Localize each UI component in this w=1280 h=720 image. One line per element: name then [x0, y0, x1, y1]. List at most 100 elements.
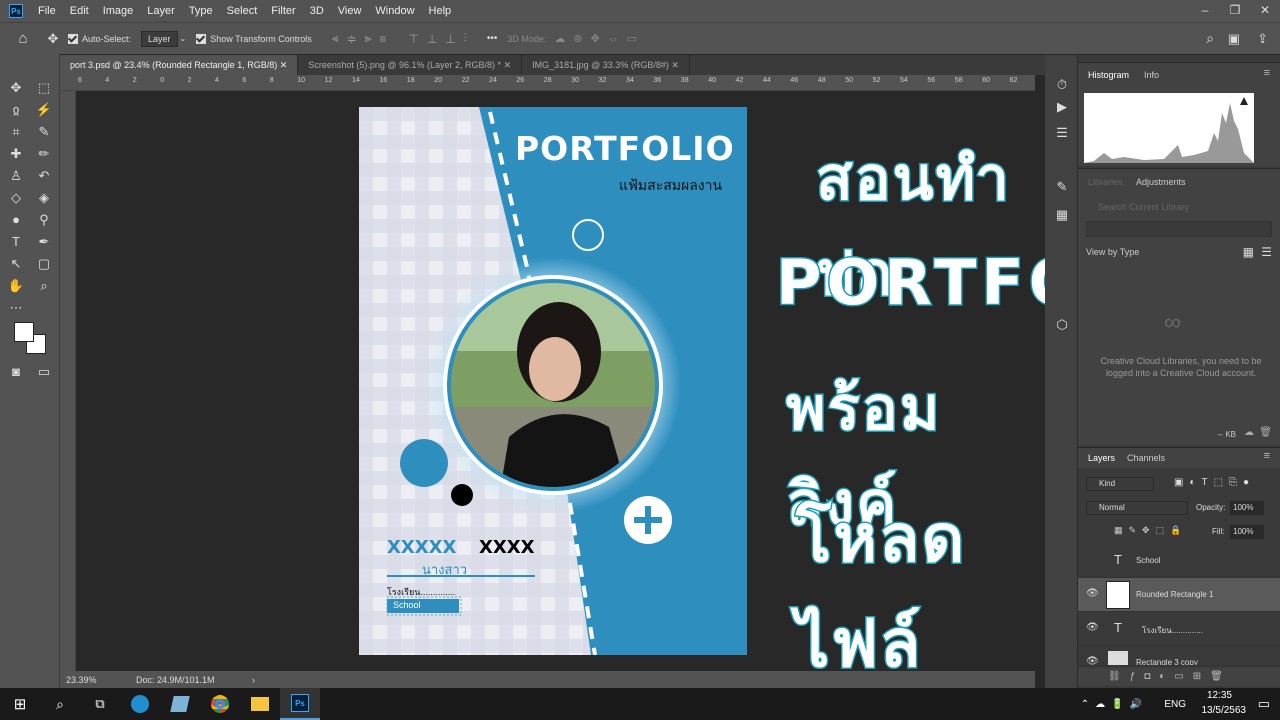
- status-menu-arrow[interactable]: ›: [252, 675, 255, 685]
- document-canvas[interactable]: PORTFOLIO แฟ้มสะสมผลงาน XXXXX XXXX นางสา…: [359, 107, 747, 655]
- home-icon[interactable]: ⌂: [8, 30, 38, 47]
- task-view-icon[interactable]: ⧉: [80, 688, 120, 720]
- kind-filter-dropdown[interactable]: Kind: [1086, 477, 1154, 491]
- language-indicator[interactable]: ENG: [1164, 699, 1186, 710]
- lock-icons[interactable]: ▦✎✥⬚🔒: [1114, 525, 1187, 536]
- menu-help[interactable]: Help: [422, 5, 459, 17]
- crop-tool-icon[interactable]: ⌗: [6, 122, 26, 142]
- magic-wand-icon[interactable]: ⚡: [34, 100, 54, 120]
- notification-icon[interactable]: ▭: [1258, 696, 1270, 712]
- history-icon[interactable]: ⏱: [1052, 75, 1072, 95]
- auto-select-checkbox[interactable]: [68, 33, 78, 44]
- visibility-eye-icon[interactable]: 👁: [1086, 588, 1099, 599]
- system-tray-icons[interactable]: ⌃☁🔋🔊: [1081, 699, 1148, 710]
- 3d-tools-icon[interactable]: ☁⊛✥⇔▭: [554, 32, 645, 45]
- align-left-icon[interactable]: ⫷: [332, 31, 339, 46]
- align-right-icon[interactable]: ⫸: [365, 31, 372, 46]
- healing-brush-icon[interactable]: ✚: [6, 144, 26, 164]
- search-icon[interactable]: ⌕: [40, 688, 80, 720]
- 3d-icon[interactable]: ⬡: [1052, 315, 1072, 335]
- close-icon[interactable]: ✕: [504, 60, 512, 70]
- close-icon[interactable]: ✕: [280, 60, 288, 70]
- tab-histogram[interactable]: Histogram: [1088, 70, 1129, 80]
- fill-value[interactable]: 100%: [1230, 525, 1264, 539]
- align-top-icon[interactable]: ⊤: [408, 32, 418, 46]
- menu-image[interactable]: Image: [96, 5, 141, 17]
- chrome-icon[interactable]: [200, 688, 240, 720]
- minimize-button[interactable]: –: [1190, 0, 1220, 22]
- distribute-icon[interactable]: ≡: [379, 32, 386, 46]
- layer-row-rounded-rectangle[interactable]: 👁 Rounded Rectangle 1: [1078, 578, 1280, 612]
- move-tool-icon[interactable]: ✥: [38, 31, 68, 47]
- menu-view[interactable]: View: [331, 5, 369, 17]
- canvas-area[interactable]: PORTFOLIO แฟ้มสะสมผลงาน XXXXX XXXX นางสา…: [76, 91, 1213, 684]
- clock-time[interactable]: 12:35: [1207, 690, 1232, 701]
- pen-tool-icon[interactable]: ✒: [34, 232, 54, 252]
- foreground-color-swatch[interactable]: [14, 322, 34, 342]
- close-icon[interactable]: ✕: [671, 60, 679, 70]
- menu-window[interactable]: Window: [368, 5, 421, 17]
- move-tool-icon[interactable]: ✥: [6, 78, 26, 98]
- tab-screenshot[interactable]: Screenshot (5).png @ 96.1% (Layer 2, RGB…: [298, 55, 523, 75]
- clock-date[interactable]: 13/5/2563: [1202, 705, 1247, 716]
- quick-mask-icon[interactable]: ◙: [6, 362, 26, 382]
- menu-file[interactable]: File: [31, 5, 63, 17]
- dodge-tool-icon[interactable]: ⚲: [34, 210, 54, 230]
- panel-menu-icon[interactable]: ≡: [1264, 450, 1270, 462]
- zoom-level[interactable]: 23.39%: [60, 675, 120, 685]
- tab-layers[interactable]: Layers: [1088, 453, 1115, 463]
- swatches-icon[interactable]: ▦: [1052, 205, 1072, 225]
- hand-tool-icon[interactable]: ✋: [6, 276, 26, 296]
- photoshop-taskbar-icon[interactable]: Ps: [280, 688, 320, 720]
- properties-icon[interactable]: ☰: [1052, 123, 1072, 143]
- layer-actions-icons[interactable]: ⛓ƒ◘◐▭⊞🗑: [1108, 671, 1232, 682]
- type-tool-icon[interactable]: T: [6, 232, 26, 252]
- eyedropper-icon[interactable]: ✎: [34, 122, 54, 142]
- tab-img3181[interactable]: IMG_3181.jpg @ 33.3% (RGB/8#) ✕: [522, 55, 690, 75]
- history-brush-icon[interactable]: ↶: [34, 166, 54, 186]
- visibility-eye-icon[interactable]: 👁: [1086, 656, 1099, 665]
- shape-tool-icon[interactable]: ▢: [34, 254, 54, 274]
- layer-row-rectangle-3-copy[interactable]: 👁 Rectangle 3 copy: [1078, 646, 1280, 666]
- menu-filter[interactable]: Filter: [264, 5, 302, 17]
- tab-info[interactable]: Info: [1144, 70, 1159, 80]
- paint-bucket-icon[interactable]: ◈: [34, 188, 54, 208]
- panel-menu-icon[interactable]: ≡: [1264, 67, 1270, 79]
- tab-port3[interactable]: port 3.psd @ 23.4% (Rounded Rectangle 1,…: [60, 55, 299, 75]
- menu-edit[interactable]: Edit: [63, 5, 96, 17]
- auto-select-dropdown[interactable]: Layer: [141, 30, 178, 47]
- delete-icon[interactable]: 🗑: [1259, 427, 1272, 438]
- visibility-eye-icon[interactable]: 👁: [1086, 622, 1099, 633]
- distribute-vertical-icon[interactable]: ⫶: [464, 31, 467, 46]
- tab-adjustments[interactable]: Adjustments: [1136, 177, 1186, 187]
- play-icon[interactable]: ▶: [1052, 97, 1072, 117]
- school-value[interactable]: School: [393, 600, 421, 610]
- file-explorer-icon[interactable]: [240, 688, 280, 720]
- blur-tool-icon[interactable]: ●: [6, 210, 26, 230]
- list-view-icon[interactable]: ☰: [1261, 245, 1272, 259]
- menu-type[interactable]: Type: [182, 5, 220, 17]
- app-cube-icon[interactable]: [160, 688, 200, 720]
- share-icon[interactable]: ⇪: [1257, 31, 1268, 47]
- edge-icon[interactable]: [120, 688, 160, 720]
- tab-channels[interactable]: Channels: [1127, 453, 1165, 463]
- opacity-value[interactable]: 100%: [1230, 501, 1264, 515]
- auto-select-option[interactable]: Auto-Select:: [68, 33, 131, 44]
- brush-settings-icon[interactable]: ✎: [1052, 177, 1072, 197]
- lasso-tool-icon[interactable]: ჲ: [6, 100, 26, 120]
- filter-icons[interactable]: ▣◐T⬚⎘●: [1174, 477, 1255, 488]
- close-button[interactable]: ✕: [1250, 0, 1280, 22]
- library-dropdown[interactable]: [1086, 221, 1272, 237]
- eraser-tool-icon[interactable]: ◇: [6, 188, 26, 208]
- more-options-button[interactable]: •••: [487, 33, 498, 44]
- show-transform-checkbox[interactable]: [196, 33, 207, 44]
- workspace-icon[interactable]: ▣: [1228, 31, 1240, 47]
- brush-tool-icon[interactable]: ✏: [34, 144, 54, 164]
- menu-layer[interactable]: Layer: [140, 5, 182, 17]
- menu-3d[interactable]: 3D: [303, 5, 331, 17]
- align-middle-icon[interactable]: ⊥: [427, 32, 437, 46]
- show-transform-option[interactable]: Show Transform Controls: [196, 33, 312, 44]
- align-center-icon[interactable]: ≑: [347, 32, 357, 46]
- grid-view-icon[interactable]: ▦: [1243, 245, 1254, 259]
- layer-row-school-label[interactable]: 👁 T โรงเรียน..............: [1078, 612, 1280, 646]
